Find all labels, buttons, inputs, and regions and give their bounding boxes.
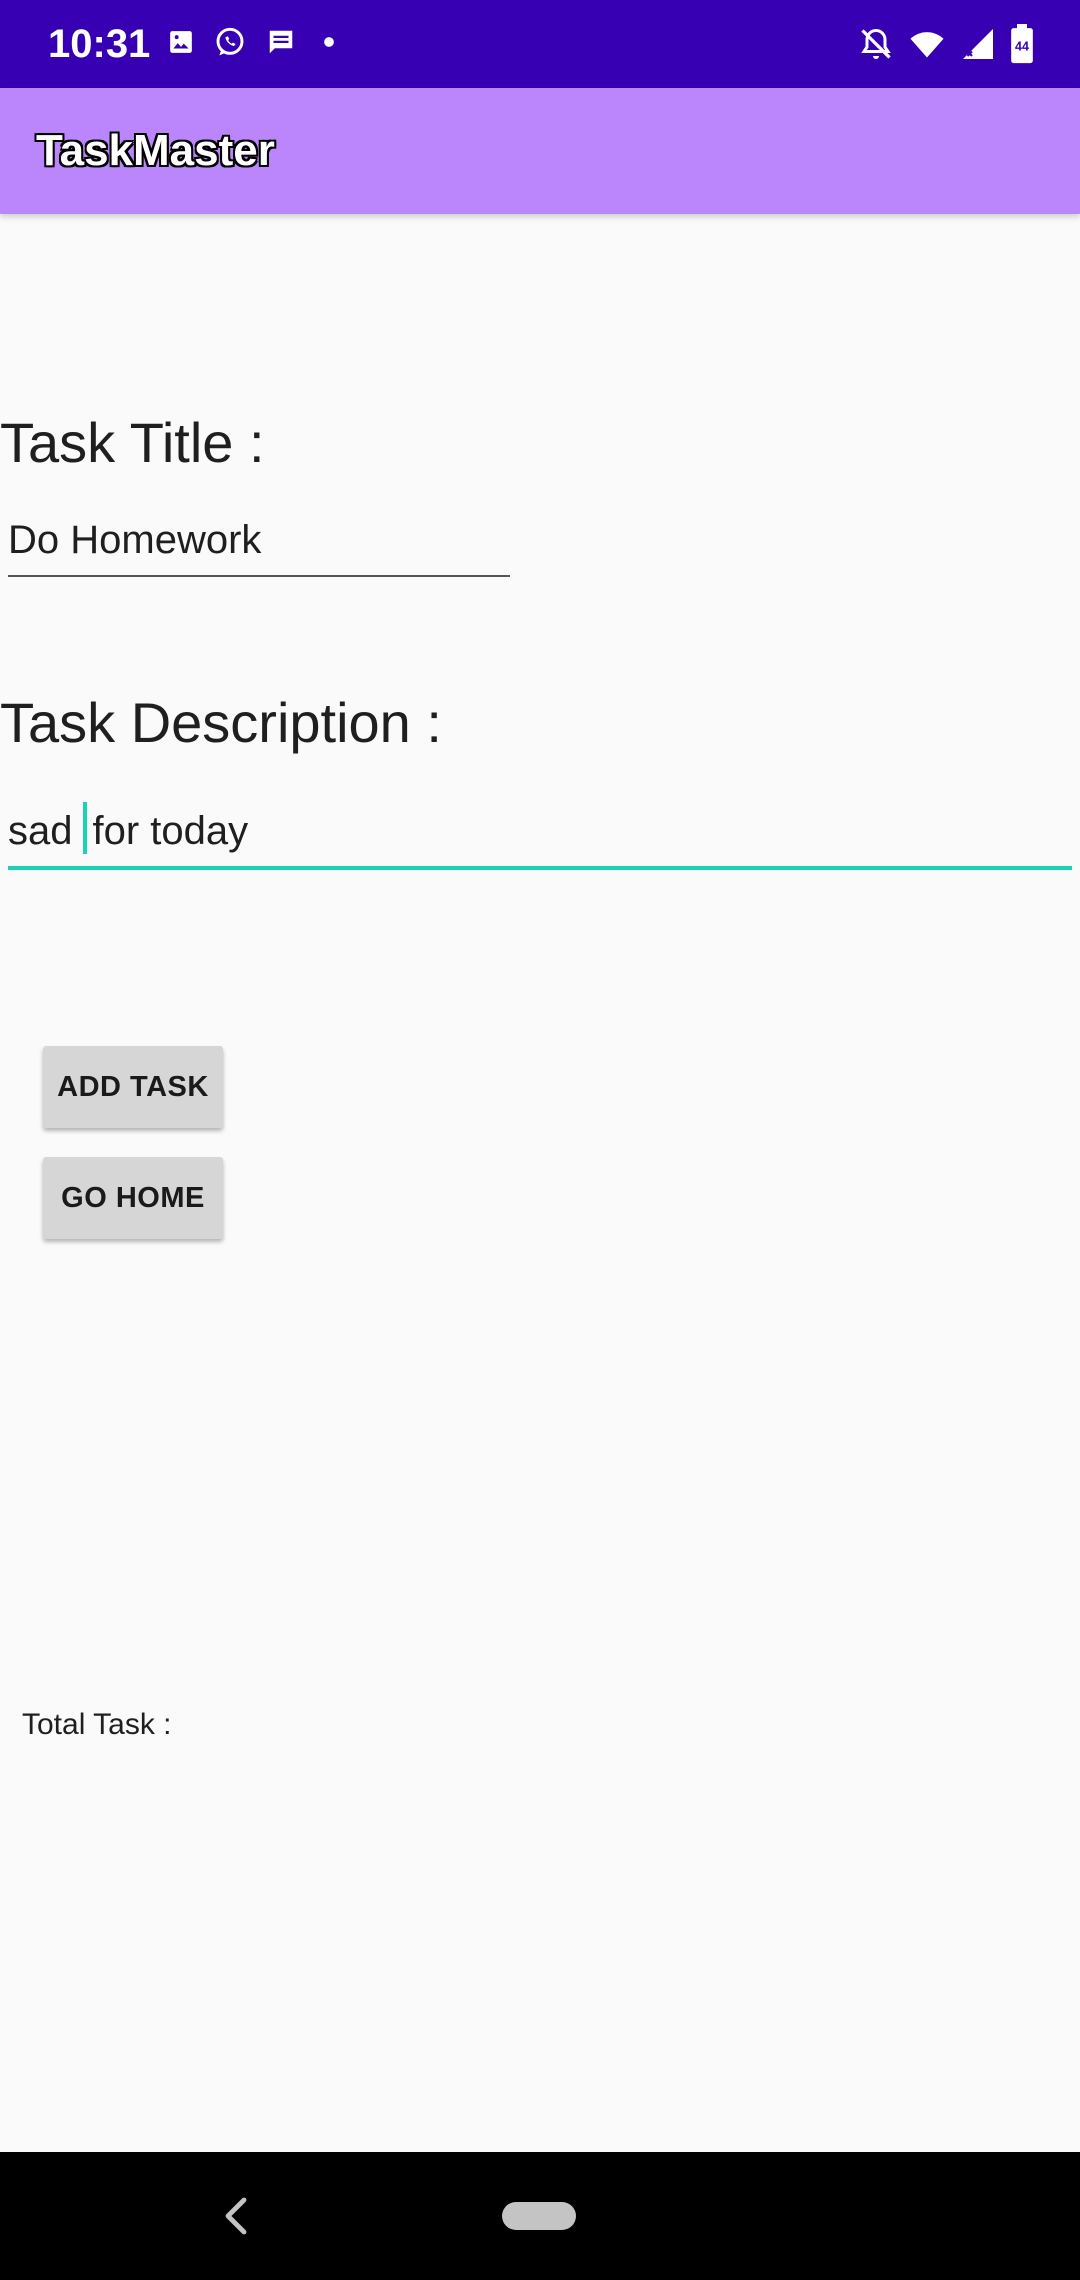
task-description-label: Task Description :: [0, 691, 442, 754]
notifications-off-icon: [858, 26, 894, 62]
status-time: 10:31: [48, 22, 151, 66]
task-title-input-value: Do Homework: [8, 518, 262, 562]
text-cursor: [82, 802, 87, 854]
task-description-text-before-cursor: sad: [8, 809, 73, 853]
home-pill-icon[interactable]: [502, 2202, 576, 2230]
dot-icon: [316, 29, 342, 55]
back-icon[interactable]: [222, 2196, 250, 2236]
screen: 10:31 44 TaskMaster Task Title: Do Home…: [0, 0, 1080, 2280]
status-bar: 10:31 44: [0, 0, 1080, 88]
wifi-icon: [908, 26, 946, 62]
status-system-icons: 44: [844, 24, 1034, 64]
total-task-label: Total Task :: [22, 1708, 172, 1741]
task-description-input[interactable]: sad for today: [8, 802, 1072, 870]
app-title: TaskMaster: [36, 126, 275, 175]
message-icon: [266, 27, 296, 57]
image-icon: [168, 29, 194, 55]
app-bar: TaskMaster: [0, 88, 1080, 214]
battery-icon: 44: [1010, 24, 1034, 64]
navigation-bar: [0, 2152, 1080, 2280]
whatsapp-icon: [214, 26, 246, 58]
task-title-input[interactable]: Do Homework: [8, 518, 510, 577]
status-notification-icons: [168, 26, 362, 58]
task-description-text-after-cursor: for today: [92, 809, 249, 853]
task-title-label: Task Title :: [0, 411, 265, 474]
battery-level-text: 44: [1015, 40, 1029, 54]
add-task-button[interactable]: ADD TASK: [43, 1046, 223, 1128]
signal-icon: [960, 26, 996, 62]
go-home-button[interactable]: GO HOME: [43, 1157, 223, 1239]
